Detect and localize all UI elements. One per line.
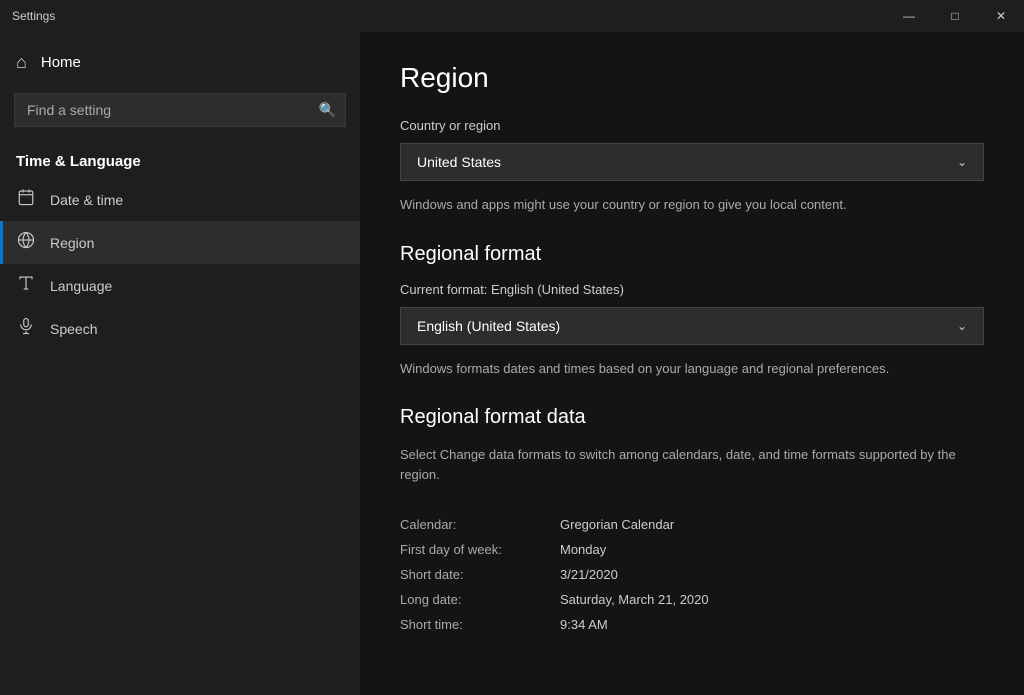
search-box-container: 🔍 xyxy=(14,93,346,127)
sidebar-item-region[interactable]: Region xyxy=(0,221,360,264)
sidebar-section-title: Time & Language xyxy=(0,137,360,178)
sidebar-item-date-time-label: Date & time xyxy=(50,192,123,208)
format-dropdown-value: English (United States) xyxy=(417,318,560,334)
title-bar: Settings — □ ✕ xyxy=(0,0,1024,32)
sidebar-item-speech-label: Speech xyxy=(50,321,97,337)
data-row-label: First day of week: xyxy=(400,542,560,557)
regional-format-heading: Regional format xyxy=(400,243,984,266)
table-row: Long date:Saturday, March 21, 2020 xyxy=(400,587,984,612)
data-row-value: 9:34 AM xyxy=(560,617,608,632)
regional-format-data-description: Select Change data formats to switch amo… xyxy=(400,445,984,484)
close-button[interactable]: ✕ xyxy=(978,0,1024,32)
language-icon xyxy=(16,274,36,297)
country-label: Country or region xyxy=(400,118,984,133)
data-row-value: Monday xyxy=(560,542,606,557)
sidebar-home[interactable]: ⌂ Home xyxy=(0,42,360,83)
format-dropdown[interactable]: English (United States) ⌄ xyxy=(400,307,984,345)
country-section: Country or region United States ⌄ Window… xyxy=(400,118,984,215)
app-title: Settings xyxy=(12,9,55,23)
sidebar-item-language-label: Language xyxy=(50,278,112,294)
format-label: Current format: English (United States) xyxy=(400,282,984,297)
regional-format-data-heading: Regional format data xyxy=(400,406,984,429)
sidebar-item-language[interactable]: Language xyxy=(0,264,360,307)
sidebar-item-region-label: Region xyxy=(50,235,94,251)
format-dropdown-arrow: ⌄ xyxy=(957,319,967,333)
sidebar: ⌂ Home 🔍 Time & Language Date & time xyxy=(0,32,360,695)
sidebar-item-date-time[interactable]: Date & time xyxy=(0,178,360,221)
region-icon xyxy=(16,231,36,254)
data-row-label: Short time: xyxy=(400,617,560,632)
country-dropdown-value: United States xyxy=(417,154,501,170)
regional-format-data-section: Regional format data Select Change data … xyxy=(400,406,984,637)
speech-icon xyxy=(16,317,36,340)
minimize-button[interactable]: — xyxy=(886,0,932,32)
search-icon: 🔍 xyxy=(319,102,336,119)
country-dropdown[interactable]: United States ⌄ xyxy=(400,143,984,181)
home-label: Home xyxy=(41,54,81,71)
data-row-value: Gregorian Calendar xyxy=(560,517,674,532)
page-title: Region xyxy=(400,62,984,94)
data-row-label: Calendar: xyxy=(400,517,560,532)
table-row: First day of week:Monday xyxy=(400,537,984,562)
home-icon: ⌂ xyxy=(16,52,27,73)
format-description: Windows formats dates and times based on… xyxy=(400,359,984,379)
sidebar-item-speech[interactable]: Speech xyxy=(0,307,360,350)
app-container: ⌂ Home 🔍 Time & Language Date & time xyxy=(0,32,1024,695)
data-row-label: Long date: xyxy=(400,592,560,607)
table-row: Short date:3/21/2020 xyxy=(400,562,984,587)
table-row: Calendar:Gregorian Calendar xyxy=(400,512,984,537)
date-time-icon xyxy=(16,188,36,211)
country-description: Windows and apps might use your country … xyxy=(400,195,984,215)
maximize-button[interactable]: □ xyxy=(932,0,978,32)
format-data-table: Calendar:Gregorian CalendarFirst day of … xyxy=(400,512,984,637)
window-controls: — □ ✕ xyxy=(886,0,1024,32)
search-input[interactable] xyxy=(14,93,346,127)
data-row-label: Short date: xyxy=(400,567,560,582)
table-row: Short time:9:34 AM xyxy=(400,612,984,637)
regional-format-section: Regional format Current format: English … xyxy=(400,243,984,379)
data-row-value: 3/21/2020 xyxy=(560,567,618,582)
country-dropdown-arrow: ⌄ xyxy=(957,155,967,169)
main-content: Region Country or region United States ⌄… xyxy=(360,32,1024,695)
data-row-value: Saturday, March 21, 2020 xyxy=(560,592,709,607)
